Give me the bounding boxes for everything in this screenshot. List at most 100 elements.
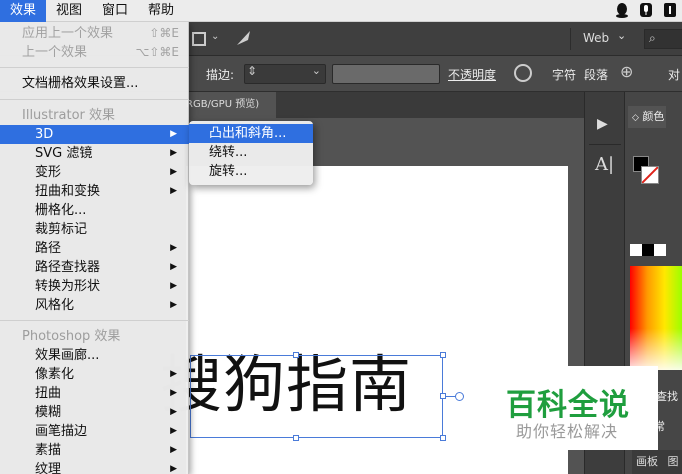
menu-view[interactable]: 视图 — [46, 0, 92, 22]
color-tab-label: 颜色 — [642, 110, 665, 123]
resize-handle-bottom[interactable] — [293, 435, 299, 441]
menu-separator — [0, 67, 189, 68]
color-spectrum[interactable] — [630, 266, 682, 370]
status-icons — [614, 2, 678, 18]
menu-item-stylize[interactable]: 风格化 ▶ — [0, 296, 189, 315]
stepper-icon[interactable]: ⇕ — [247, 64, 257, 78]
menu-separator — [0, 99, 189, 100]
selection-bounding-box[interactable] — [190, 355, 443, 438]
last-effect-label: 上一个效果 — [22, 45, 88, 60]
tab-color[interactable]: ◇ 颜色 — [628, 106, 666, 128]
menu-item-last-effect[interactable]: 上一个效果 ⌥⇧⌘E — [0, 43, 189, 62]
resize-handle-top[interactable] — [293, 352, 299, 358]
align-link[interactable]: 对 — [668, 66, 680, 83]
chevron-down-icon[interactable]: ⌄ — [312, 64, 321, 77]
menu-item-convert-to-shape[interactable]: 转换为形状 ▶ — [0, 277, 189, 296]
rotate-handle[interactable] — [455, 392, 464, 401]
menu-item-distort[interactable]: 扭曲 ▶ — [0, 384, 189, 403]
white-swatch[interactable] — [654, 244, 666, 256]
menu-item-texture[interactable]: 纹理 ▶ — [0, 460, 189, 474]
microphone-icon[interactable] — [638, 2, 654, 18]
panel-tabs-bottom: 画板 图 — [632, 450, 682, 474]
chevron-icon: ◇ — [632, 113, 639, 123]
menu-item-crop-marks[interactable]: 裁剪标记 — [0, 220, 189, 239]
menu-item-pixelate[interactable]: 像素化 ▶ — [0, 365, 189, 384]
grid-globe-icon[interactable]: ⊕ — [620, 62, 633, 81]
effect-menu: 应用上一个效果 ⇧⌘E 上一个效果 ⌥⇧⌘E 文档栅格效果设置... Illus… — [0, 22, 189, 474]
feather-icon[interactable] — [234, 28, 254, 52]
character-style-icon[interactable]: A| — [595, 154, 614, 175]
menu-item-label: 裁剪标记 — [35, 222, 88, 237]
workspace-switcher[interactable]: Web ⌄ — [570, 28, 632, 50]
workspace-grid-icon[interactable] — [192, 32, 206, 46]
menu-item-blur[interactable]: 模糊 ▶ — [0, 403, 189, 422]
document-tab[interactable]: RGB/GPU 预览) — [180, 92, 276, 118]
menu-help[interactable]: 帮助 — [138, 0, 184, 22]
menu-item-apply-last[interactable]: 应用上一个效果 ⇧⌘E — [0, 24, 189, 43]
menu-item-label: 效果画廊... — [35, 348, 100, 363]
submenu-arrow-icon: ▶ — [170, 281, 177, 291]
chevron-down-icon[interactable]: ⌄ — [211, 31, 219, 42]
recolor-icon[interactable] — [514, 64, 532, 82]
submenu-arrow-icon: ▶ — [170, 129, 177, 139]
tab-artboards[interactable]: 画板 — [636, 455, 658, 468]
menu-item-rasterize[interactable]: 栅格化... — [0, 201, 189, 220]
none-swatch[interactable] — [630, 244, 642, 256]
menu-item-label: 风格化 — [35, 298, 75, 313]
search-icon: ⌕ — [649, 31, 656, 45]
resize-handle-bottom-right[interactable] — [440, 435, 446, 441]
stroke-swatch[interactable] — [641, 166, 659, 184]
submenu-arrow-icon: ▶ — [170, 148, 177, 158]
watermark-subtitle: 助你轻松解决 — [516, 422, 619, 441]
submenu-arrow-icon: ▶ — [170, 445, 177, 455]
submenu-arrow-icon: ▶ — [170, 426, 177, 436]
resize-handle-top-right[interactable] — [440, 352, 446, 358]
menu-item-brush-strokes[interactable]: 画笔描边 ▶ — [0, 422, 189, 441]
paragraph-link[interactable]: 段落 — [584, 66, 608, 83]
menu-item-extrude-bevel[interactable]: 凸出和斜角... — [189, 124, 313, 143]
text-input-icon[interactable] — [662, 2, 678, 18]
menu-item-label: 像素化 — [35, 367, 75, 382]
menu-item-revolve[interactable]: 绕转... — [189, 143, 313, 162]
menu-item-distort-transform[interactable]: 扭曲和变换 ▶ — [0, 182, 189, 201]
menu-separator — [0, 320, 189, 321]
menu-effect[interactable]: 效果 — [0, 0, 47, 22]
chevron-down-icon: ⌄ — [617, 29, 627, 42]
menu-item-label: 变形 — [35, 165, 62, 180]
tool-divider — [589, 144, 621, 145]
menu-item-label: 扭曲 — [35, 386, 62, 401]
menu-item-label: 路径 — [35, 241, 62, 256]
menu-item-pathfinder[interactable]: 路径查找器 ▶ — [0, 258, 189, 277]
menu-item-raster-settings[interactable]: 文档栅格效果设置... — [0, 74, 189, 93]
menu-item-effect-gallery[interactable]: 效果画廊... — [0, 346, 189, 365]
apply-last-label: 应用上一个效果 — [22, 26, 114, 41]
style-swatch-field[interactable] — [332, 64, 440, 84]
menu-item-path[interactable]: 路径 ▶ — [0, 239, 189, 258]
menu-item-3d[interactable]: 3D ▶ — [0, 125, 189, 144]
menu-item-label: 3D — [35, 127, 54, 142]
menu-item-warp[interactable]: 变形 ▶ — [0, 163, 189, 182]
stroke-weight-field[interactable]: ⇕ ⌄ — [244, 64, 326, 84]
opacity-label[interactable]: 不透明度 — [448, 66, 496, 83]
menu-item-label: 扭曲和变换 — [35, 184, 101, 199]
character-link[interactable]: 字符 — [552, 66, 576, 83]
menu-item-sketch[interactable]: 素描 ▶ — [0, 441, 189, 460]
illustrator-effects-header: Illustrator 效果 — [22, 108, 116, 123]
menu-item-svg-filters[interactable]: SVG 滤镜 ▶ — [0, 144, 189, 163]
submenu-arrow-icon: ▶ — [170, 388, 177, 398]
play-icon[interactable]: ▶ — [597, 116, 608, 132]
search-input[interactable]: ⌕ — [644, 29, 682, 49]
menu-item-label: 纹理 — [35, 462, 62, 474]
black-swatch[interactable] — [642, 244, 654, 256]
submenu-arrow-icon: ▶ — [170, 167, 177, 177]
submenu-arrow-icon: ▶ — [170, 186, 177, 196]
tab-layers[interactable]: 图 — [668, 455, 679, 468]
color-mode-swatches[interactable] — [630, 244, 670, 256]
submenu-arrow-icon: ▶ — [170, 369, 177, 379]
menu-item-label: 素描 — [35, 443, 62, 458]
menu-window[interactable]: 窗口 — [92, 0, 138, 22]
menu-item-rotate[interactable]: 旋转... — [189, 162, 313, 181]
menu-item-label: 路径查找器 — [35, 260, 101, 275]
workspace-label: Web — [583, 31, 610, 45]
qq-icon[interactable] — [614, 2, 630, 18]
